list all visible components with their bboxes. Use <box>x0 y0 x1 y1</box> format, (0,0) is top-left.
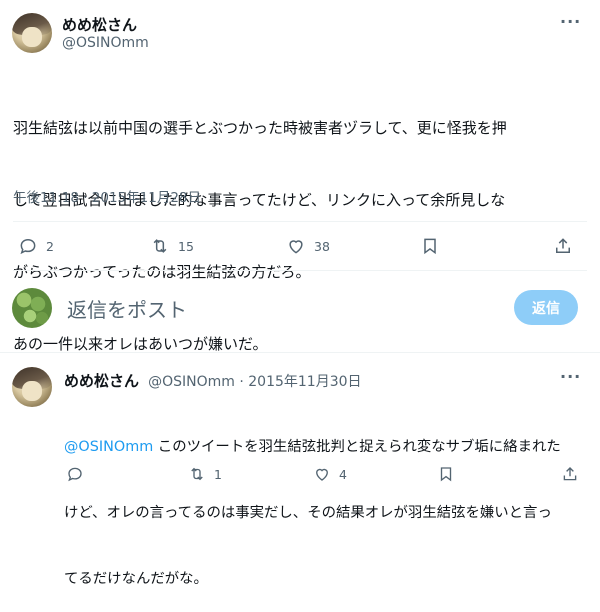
heart-icon <box>289 240 303 254</box>
heart-icon <box>316 468 328 481</box>
like-action[interactable]: 38 <box>286 236 330 256</box>
reply-text-line: このツイートを羽生結弦批判と捉えられ変なサブ垢に絡まれた <box>153 439 561 455</box>
reply-share-action[interactable] <box>561 465 579 483</box>
reply-like-count: 4 <box>339 466 347 482</box>
reply-text-line: てるだけなんだがな。 <box>64 571 208 587</box>
reply-icon <box>68 467 82 482</box>
like-count: 38 <box>314 238 330 254</box>
retweet-icon <box>153 239 167 253</box>
bookmark-action[interactable] <box>420 236 440 256</box>
reply-composer-input[interactable]: 返信をポスト <box>67 294 187 323</box>
tweet-text: 羽生結弦は以前中国の選手とぶつかった時被害者ヅラして、更に怪我を押 して翌日試合… <box>13 68 507 380</box>
divider <box>13 270 587 271</box>
reply-submit-button[interactable]: 返信 <box>514 290 578 325</box>
reply-retweet-action[interactable]: 1 <box>188 465 222 483</box>
reply-header: めめ松さん @OSINOmm · 2015年11月30日 <box>64 370 362 391</box>
reply-like-action[interactable]: 4 <box>313 465 347 483</box>
mention-link[interactable]: @OSINOmm <box>64 439 153 455</box>
tweet-text-line: 羽生結弦は以前中国の選手とぶつかった時被害者ヅラして、更に怪我を押 <box>13 119 507 137</box>
author-display-name[interactable]: めめ松さん <box>62 14 137 35</box>
bookmark-icon <box>440 467 452 482</box>
reply-icon <box>20 238 36 255</box>
share-action[interactable] <box>553 236 573 256</box>
reply-bookmark-action[interactable] <box>437 465 455 483</box>
share-icon <box>563 467 577 481</box>
current-user-avatar[interactable] <box>12 288 52 328</box>
author-handle[interactable]: @OSINOmm <box>62 35 149 51</box>
section-separator <box>0 352 600 353</box>
reply-author-handle-date[interactable]: @OSINOmm · 2015年11月30日 <box>148 374 361 390</box>
retweet-action[interactable]: 15 <box>150 236 194 256</box>
retweet-icon <box>191 467 203 481</box>
bookmark-icon <box>424 238 436 255</box>
reply-author-display-name[interactable]: めめ松さん <box>64 372 139 390</box>
reply-author-avatar[interactable] <box>12 367 52 407</box>
tweet-text-line: がらぶつかってったのは羽生結弦の方だろ。 <box>13 263 311 281</box>
reply-action[interactable]: 2 <box>18 236 54 256</box>
reply-text: @OSINOmm このツイートを羽生結弦批判と捉えられ変なサブ垢に絡まれた けど… <box>64 392 561 612</box>
reply-reply-action[interactable] <box>66 465 84 483</box>
reply-retweet-count: 1 <box>214 466 222 482</box>
more-dots-icon[interactable]: ··· <box>560 12 581 31</box>
reply-count: 2 <box>46 238 54 254</box>
divider <box>13 221 587 222</box>
share-icon <box>556 238 570 253</box>
author-avatar[interactable] <box>12 13 52 53</box>
tweet-timestamp[interactable]: 午後11:18 · 2015年11月28日 <box>13 186 201 206</box>
reply-more-dots-icon[interactable]: ··· <box>560 367 581 386</box>
retweet-count: 15 <box>178 238 194 254</box>
reply-text-line: けど、オレの言ってるのは事実だし、その結果オレが羽生結弦を嫌いと言っ <box>64 505 552 521</box>
